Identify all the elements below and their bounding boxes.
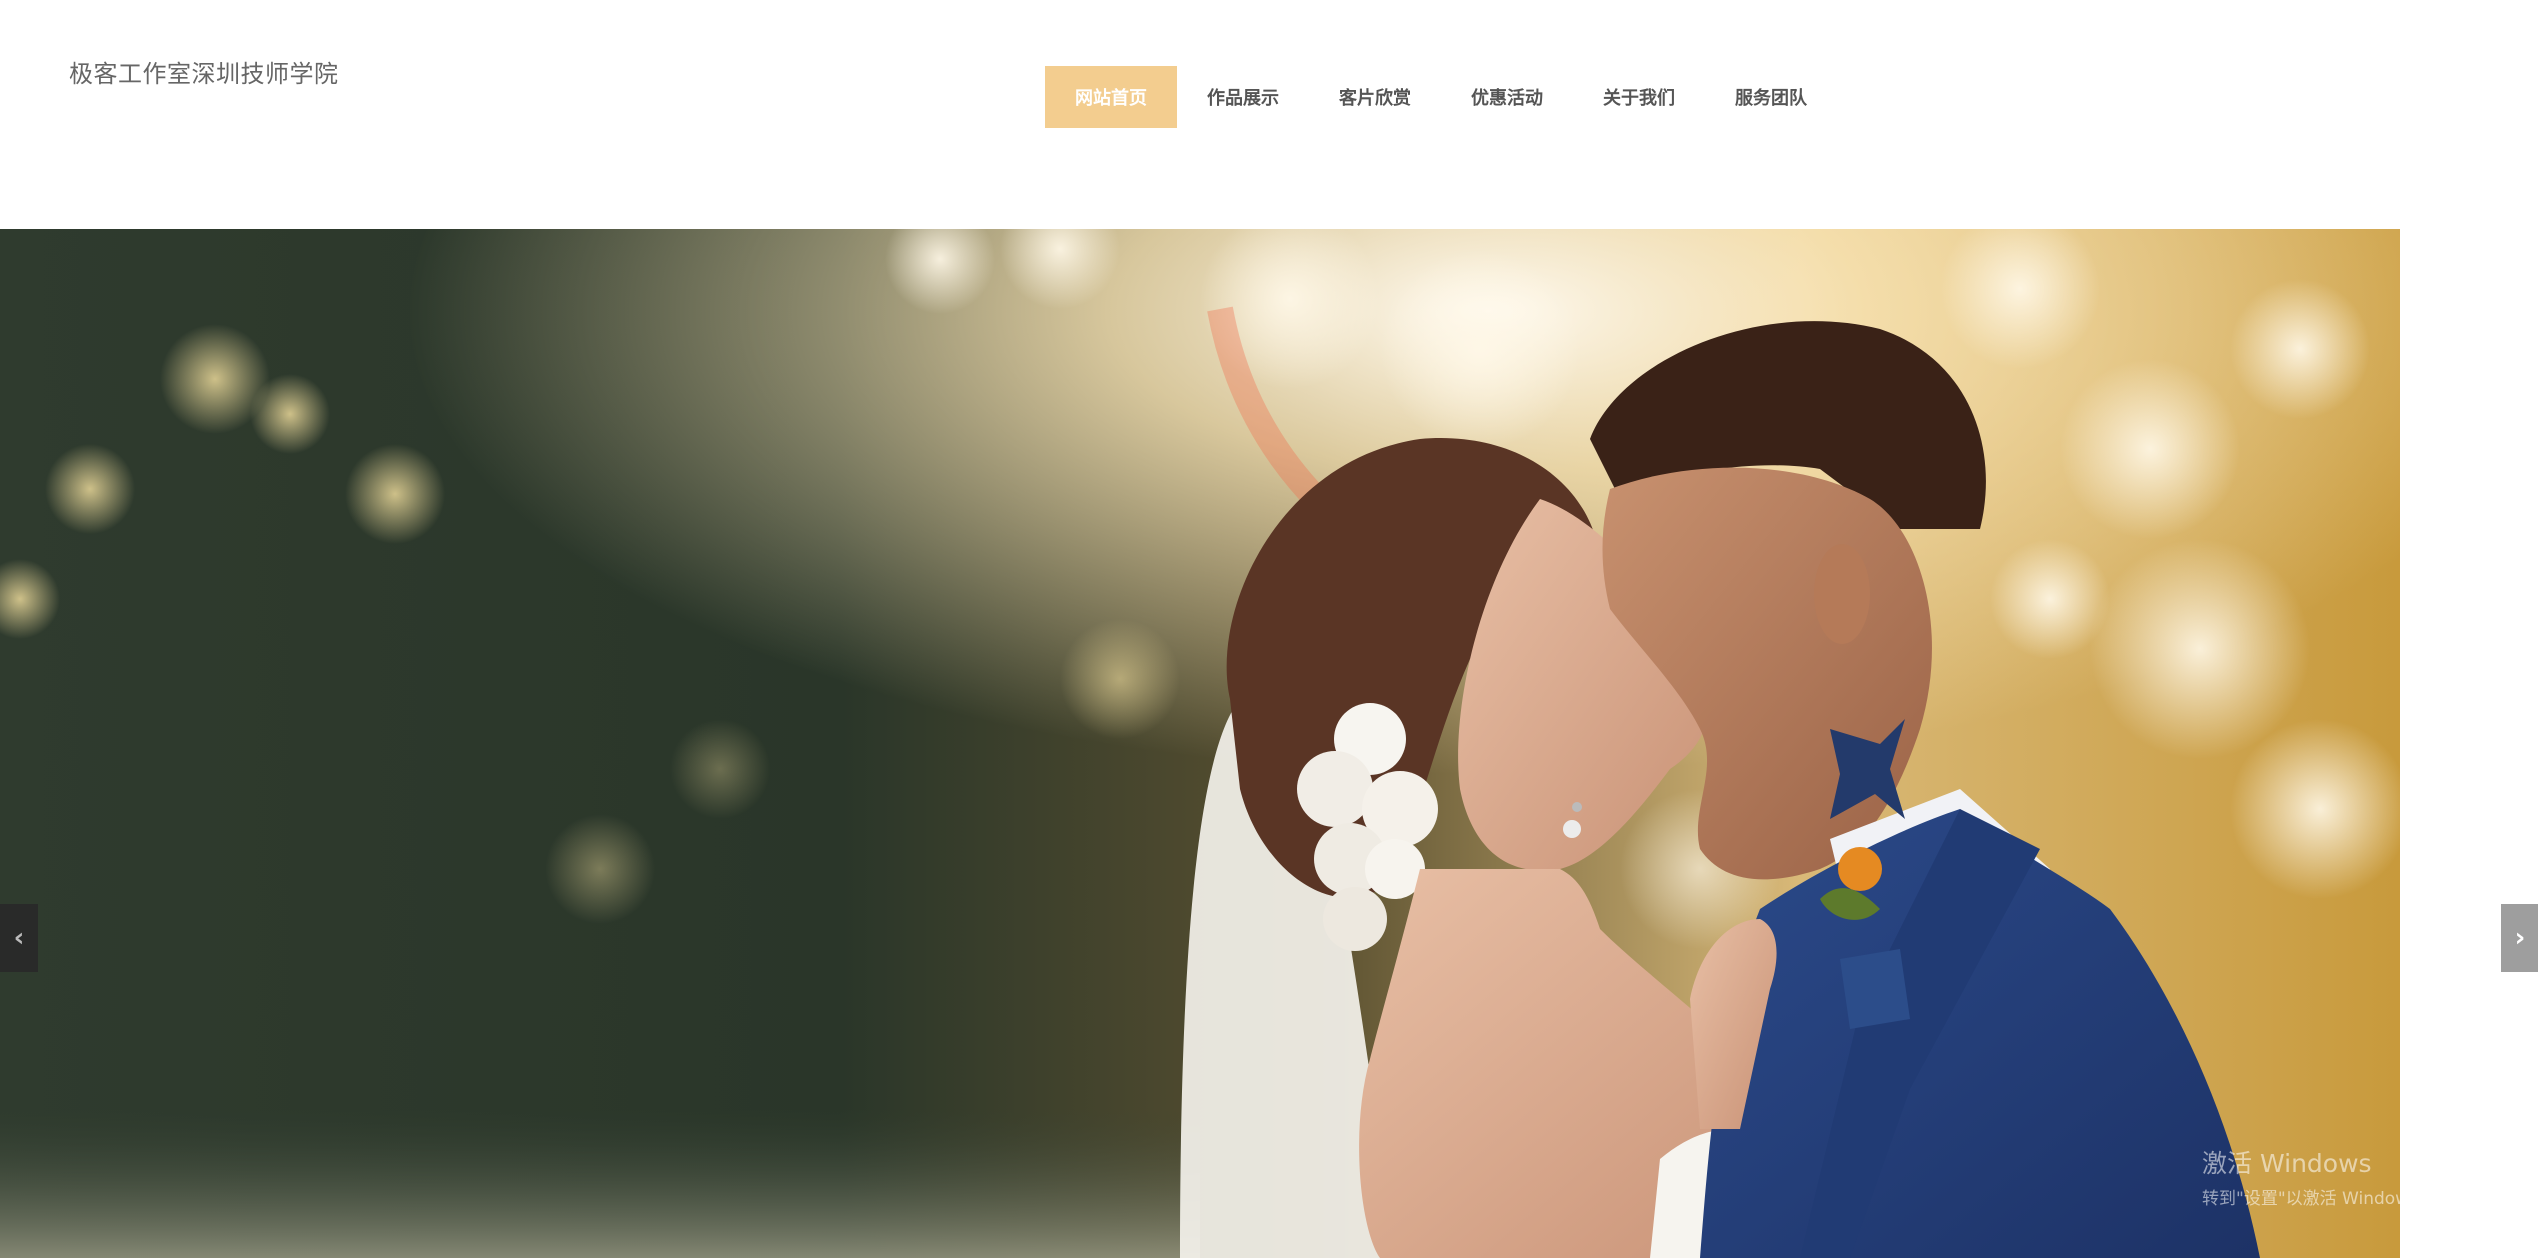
main-nav: 网站首页 作品展示 客片欣赏 优惠活动 关于我们 服务团队 [1045,66,1837,128]
wedding-couple-photo [0,229,2400,1258]
nav-item-service-team[interactable]: 服务团队 [1705,66,1837,128]
nav-item-portfolio[interactable]: 作品展示 [1177,66,1309,128]
hero-slider[interactable] [0,229,2400,1258]
nav-item-home[interactable]: 网站首页 [1045,66,1177,128]
site-header: 极客工作室深圳技师学院 网站首页 作品展示 客片欣赏 优惠活动 关于我们 服务团… [0,0,2538,229]
windows-activation-watermark: 激活 Windows 转到"设置"以激活 Windows。 [2202,1144,2435,1209]
nav-item-client-gallery[interactable]: 客片欣赏 [1309,66,1441,128]
slider-next-button[interactable]: › [2501,904,2538,972]
site-title[interactable]: 极客工作室深圳技师学院 [69,54,339,89]
slider-prev-button[interactable]: ‹ [0,904,38,972]
watermark-subtitle: 转到"设置"以激活 Windows。 [2202,1189,2435,1209]
nav-item-promotions[interactable]: 优惠活动 [1441,66,1573,128]
watermark-title: 激活 Windows [2202,1149,2372,1178]
nav-item-about-us[interactable]: 关于我们 [1573,66,1705,128]
page: 极客工作室深圳技师学院 网站首页 作品展示 客片欣赏 优惠活动 关于我们 服务团… [0,0,2538,1258]
